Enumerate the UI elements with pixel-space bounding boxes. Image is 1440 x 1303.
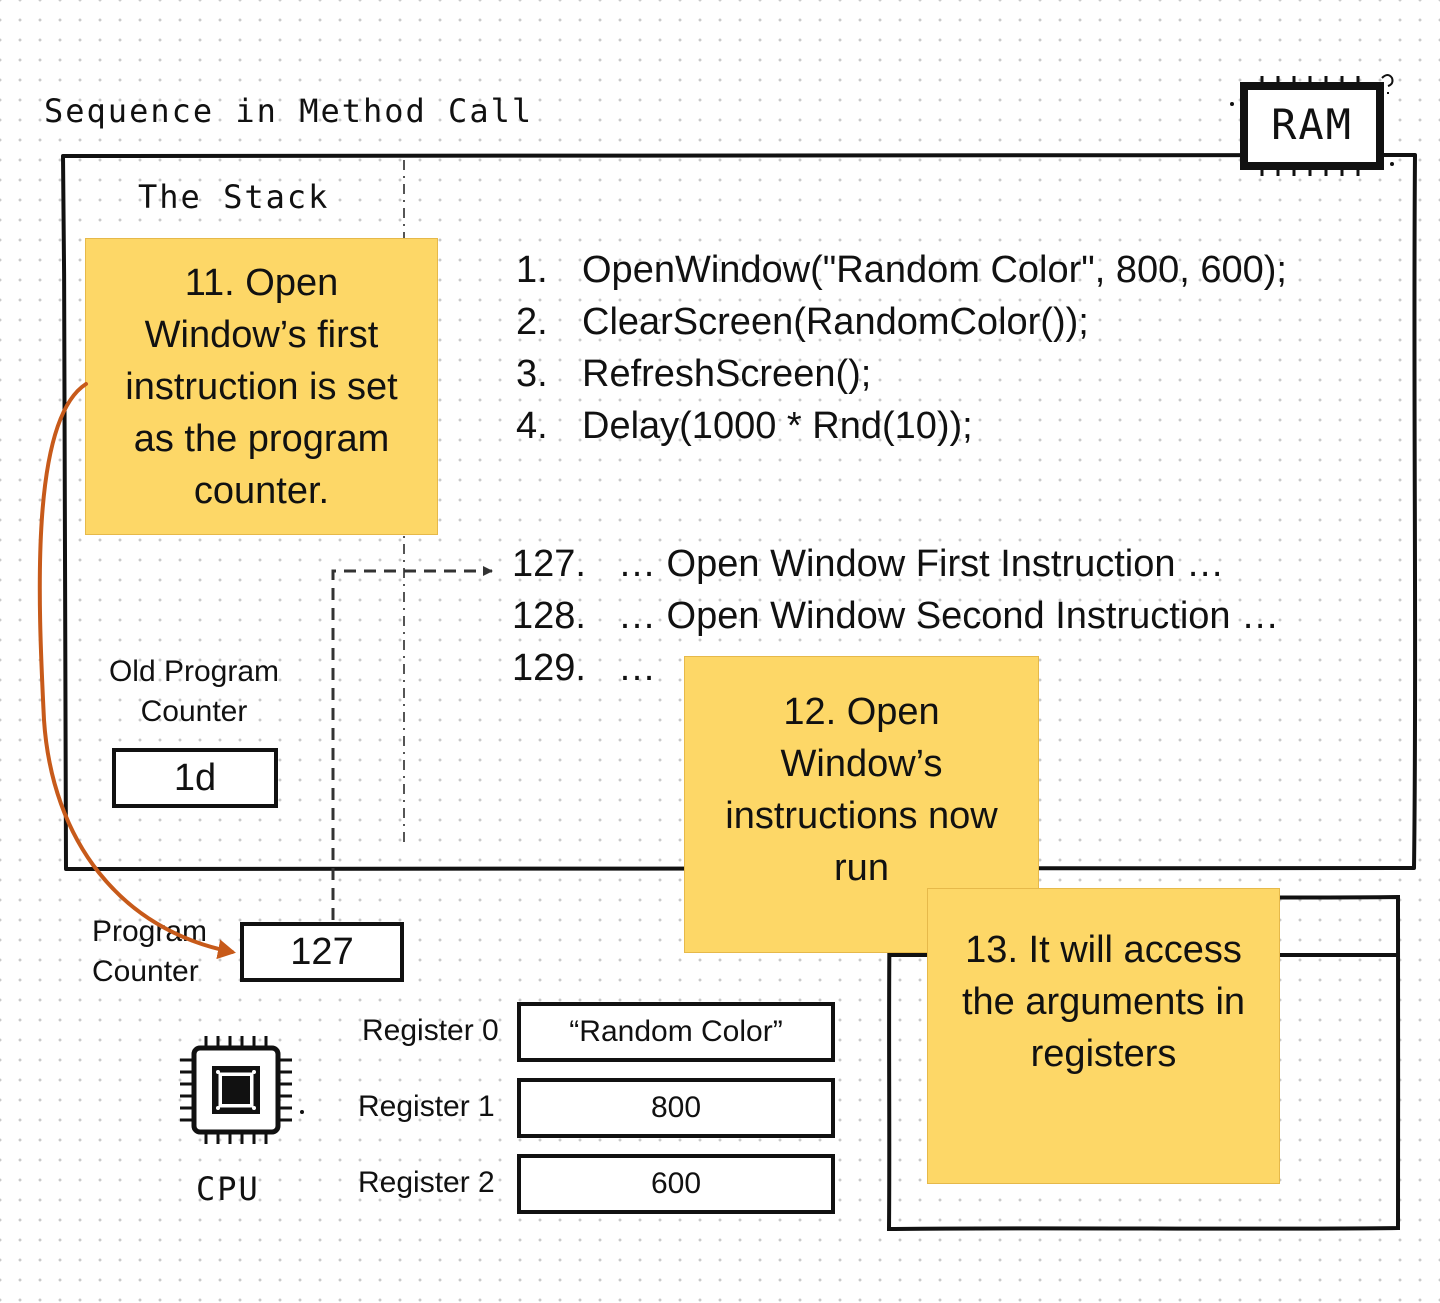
sticky-note-11: 11. Open Window’s first instruction is s…	[85, 238, 438, 535]
register-1-value: 800	[517, 1078, 835, 1138]
code-line: 1. OpenWindow("Random Color", 800, 600);	[516, 249, 1287, 291]
pc-connector	[331, 566, 493, 920]
ram-label: RAM	[1271, 99, 1353, 149]
memory-line: 127.… Open Window First Instruction …	[512, 543, 1225, 585]
register-2-value: 600	[517, 1154, 835, 1214]
program-counter-value: 127	[240, 922, 404, 982]
register-0-value: “Random Color”	[517, 1002, 835, 1062]
register-2-label: Register 2	[358, 1166, 495, 1199]
register-1-label: Register 1	[358, 1090, 495, 1123]
code-line: 4. Delay(1000 * Rnd(10));	[516, 405, 973, 447]
page-title: Sequence in Method Call	[44, 92, 534, 130]
code-line: 3. RefreshScreen();	[516, 353, 872, 395]
code-line: 2. ClearScreen(RandomColor());	[516, 301, 1089, 343]
cpu-label: CPU	[196, 1170, 260, 1208]
old-program-counter-value: 1d	[112, 748, 278, 808]
code-listing: 1. OpenWindow("Random Color", 800, 600); …	[516, 244, 1287, 452]
sticky-note-13: 13. It will access the arguments in regi…	[927, 888, 1280, 1184]
cpu-chip-icon	[180, 1036, 304, 1144]
program-counter-label: Program Counter	[92, 915, 208, 988]
stack-title: The Stack	[138, 178, 330, 216]
memory-line: 128.… Open Window Second Instruction …	[512, 595, 1280, 637]
old-program-counter-label: Old Program Counter	[108, 655, 280, 728]
register-0-label: Register 0	[362, 1014, 499, 1047]
